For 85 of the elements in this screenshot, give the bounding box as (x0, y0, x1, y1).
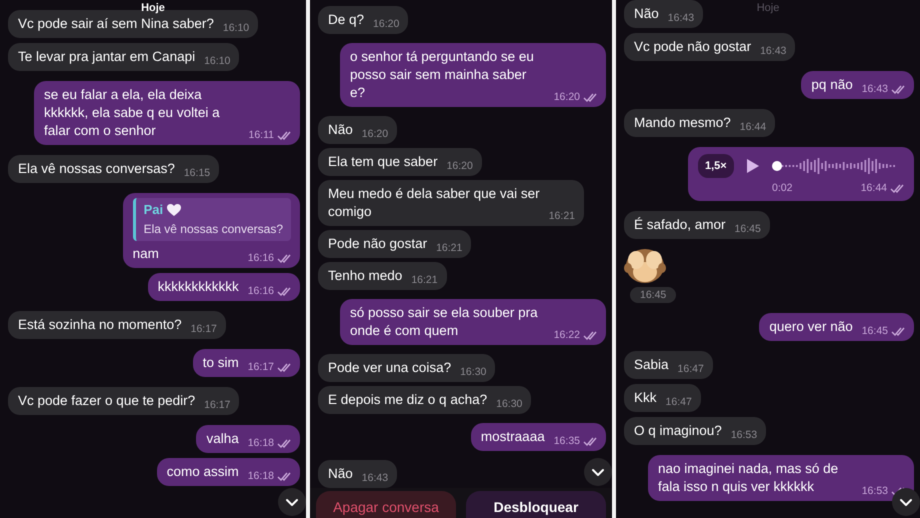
playback-speed-button[interactable]: 1,5× (698, 154, 734, 178)
scroll-down-button[interactable] (278, 488, 306, 516)
message-text: pq não (811, 76, 853, 94)
message-time: 16:43 (760, 44, 786, 58)
delete-chat-button[interactable]: Apagar conversa (316, 491, 456, 518)
message-time: 16:47 (678, 362, 704, 376)
message-text: E depois me diz o q acha? (328, 391, 488, 409)
quote-author: Pai (144, 201, 164, 219)
message-text: Ela vê nossas conversas? (18, 160, 175, 178)
message-text: Meu medo é dela saber que vai ser comigo (328, 185, 540, 221)
message-text: Mando mesmo? (634, 114, 731, 132)
message-time: 16:30 (496, 397, 522, 411)
message-time: 16:53 (862, 484, 888, 498)
voice-duration: 0:02 (772, 181, 792, 196)
message-time: 16:16 (248, 251, 274, 265)
message-text: kkkkkkkkkkkk (158, 278, 239, 296)
chevron-down-icon (285, 498, 299, 506)
quote-text: Ela vê nossas conversas? (144, 221, 283, 238)
message-time: 16:20 (554, 90, 580, 104)
date-label: Hoje (141, 2, 165, 14)
scroll-down-button[interactable] (584, 458, 612, 486)
message-time: 16:45 (734, 222, 761, 236)
message-time: 16:43 (862, 82, 888, 96)
message-text: Te levar pra jantar em Canapi (18, 48, 196, 66)
chevron-down-icon (591, 468, 605, 476)
message-text: Vc pode fazer o que te pedir? (18, 392, 196, 410)
message-time: 16:43 (362, 471, 388, 485)
message-time: 16:11 (248, 128, 274, 142)
message-text: nam (132, 245, 159, 263)
message-text: mostraaaa (480, 428, 545, 446)
message-time: 16:20 (446, 159, 473, 173)
message-text: Não (634, 5, 659, 23)
play-icon[interactable] (746, 158, 760, 174)
message-time: 16:43 (668, 11, 694, 25)
message-time: 16:44 (740, 120, 766, 134)
message-time: 16:21 (411, 273, 438, 287)
message-time: 16:45 (862, 324, 888, 338)
message-text: Tenho medo (328, 267, 402, 285)
message-time: 16:21 (548, 209, 575, 223)
message-time: 16:30 (460, 365, 486, 379)
message-text: Vc pode não gostar (634, 38, 752, 56)
message-text: Pode não gostar (328, 235, 428, 253)
unblock-button[interactable]: Desbloquear (466, 491, 606, 518)
message-text: nao imaginei nada, mas só de fala isso n quis ver kkkkkk (658, 460, 840, 496)
message-time: 16:35 (554, 434, 580, 448)
heart-icon (167, 204, 182, 216)
message-time: 16:10 (204, 54, 230, 68)
message-text: Vc pode sair aí sem Nina saber? (18, 15, 214, 33)
message-time: 16:47 (666, 395, 692, 409)
chevron-down-icon (899, 498, 913, 506)
message-text: só posso sair se ela souber pra onde é com quem (350, 304, 539, 340)
message-text: to sim (202, 354, 239, 372)
message-text: Kkk (634, 389, 657, 407)
message-text: quero ver não (769, 318, 853, 336)
message-text: Não (328, 465, 353, 483)
message-time: 16:45 (630, 287, 676, 303)
message-text: Ela tem que saber (328, 153, 438, 171)
message-time: 16:44 (860, 181, 887, 196)
message-time: 16:17 (204, 398, 230, 412)
message-time: 16:17 (190, 322, 217, 336)
scroll-down-button[interactable] (892, 488, 920, 516)
message-time: 16:20 (362, 127, 388, 141)
message-time: 16:22 (554, 328, 580, 342)
message-time: 16:18 (248, 469, 274, 483)
message-time: 16:53 (730, 428, 758, 442)
message-text: É safado, amor (634, 216, 726, 234)
message-text: valha (206, 430, 239, 448)
message-text: se eu falar a ela, ela deixa kkkkkk, ela sabe q eu voltei a falar com o senhor (44, 86, 221, 140)
message-text: Não (328, 121, 353, 139)
message-time: 16:17 (248, 360, 274, 374)
message-time: 16:16 (248, 284, 274, 298)
message-text: Está sozinha no momento? (18, 316, 182, 334)
message-time: 16:15 (184, 166, 210, 180)
quoted-message[interactable]: Pai Ela vê nossas conversas? (132, 198, 291, 241)
message-time: 16:20 (373, 17, 400, 31)
message-text: o senhor tá perguntando se eu posso sair sem mainha saber e? (350, 48, 535, 102)
message-text: O q imaginou? (634, 422, 722, 440)
message-text: Sabia (634, 356, 669, 374)
message-time: 16:21 (436, 241, 462, 255)
message-text: como assim (166, 463, 239, 481)
message-time: 16:18 (248, 436, 274, 450)
date-label: Hoje (756, 2, 780, 14)
message-time: 16:10 (222, 21, 250, 35)
message-text: De q? (328, 11, 364, 29)
message-text: Pode ver una coisa? (328, 359, 452, 377)
